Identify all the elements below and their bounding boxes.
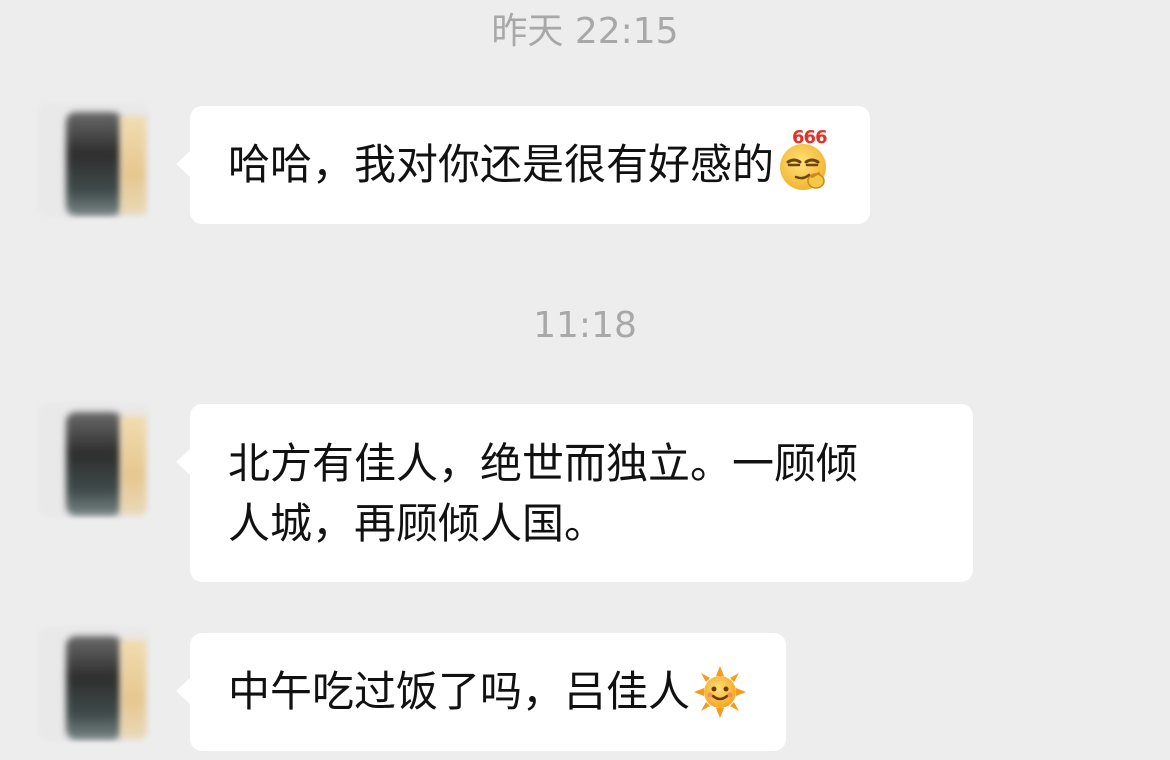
timestamp-yesterday: 昨天 22:15 xyxy=(491,11,679,52)
smirk-666-emoji-icon: 666 xyxy=(776,128,832,193)
avatar[interactable] xyxy=(38,402,150,518)
message-text: 哈哈，我对你还是很有好感的 xyxy=(228,140,775,189)
message-text: 中午吃过饭了吗，吕佳人 xyxy=(228,667,691,716)
message-bubble-3[interactable]: 中午吃过饭了吗，吕佳人 xyxy=(175,633,787,751)
avatar[interactable] xyxy=(38,626,150,742)
message-bubble-1[interactable]: 哈哈，我对你还是很有好感的 666 xyxy=(175,106,871,224)
timestamp-today: 11:18 xyxy=(533,305,637,346)
emoji-666-label: 666 xyxy=(792,126,828,148)
message-text-line-1: 北方有佳人，绝世而独立。一顾倾 xyxy=(228,439,859,488)
avatar[interactable] xyxy=(38,102,150,218)
message-text-line-2: 人城，再顾倾人国。 xyxy=(228,499,607,548)
message-bubble-2[interactable]: 北方有佳人，绝世而独立。一顾倾 人城，再顾倾人国。 xyxy=(176,404,973,582)
sun-emoji-icon xyxy=(692,664,748,720)
